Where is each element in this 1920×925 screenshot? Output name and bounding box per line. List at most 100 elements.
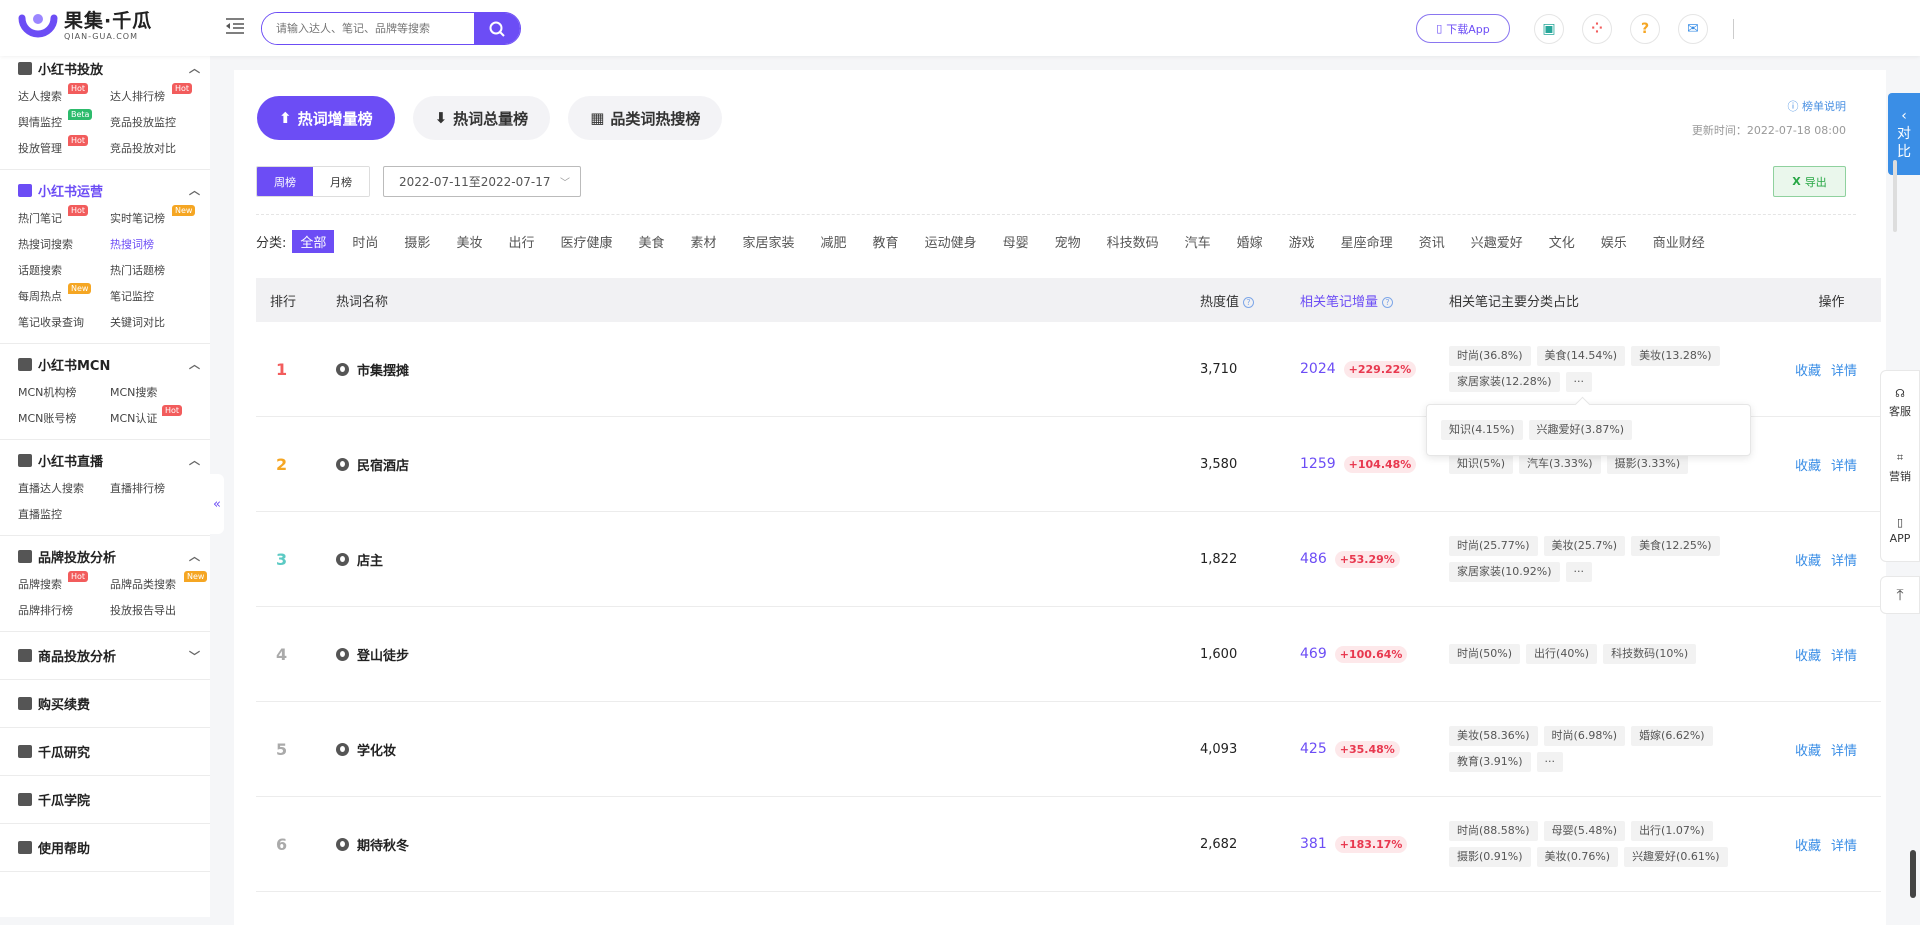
sidebar-item[interactable]: MCN机构榜: [18, 384, 110, 401]
search-button[interactable]: [474, 13, 520, 44]
category-4[interactable]: 出行: [500, 230, 542, 253]
col-increment[interactable]: 相关笔记增量?: [1300, 291, 1449, 310]
page-scrollbar[interactable]: [1910, 850, 1916, 898]
sidebar-section-header[interactable]: 小红书MCN ︿: [18, 344, 200, 384]
category-8[interactable]: 家居家装: [735, 230, 803, 253]
category-16[interactable]: 婚嫁: [1229, 230, 1271, 253]
collect-link[interactable]: 收藏: [1795, 835, 1821, 854]
category-23[interactable]: 商业财经: [1645, 230, 1713, 253]
sidebar-item-research[interactable]: 千瓜研究: [0, 728, 210, 776]
category-19[interactable]: 资讯: [1411, 230, 1453, 253]
app-button[interactable]: ▯ APP: [1890, 516, 1911, 545]
date-range-select[interactable]: 2022-07-11至2022-07-17 ﹀: [383, 166, 581, 197]
category-9[interactable]: 减肥: [813, 230, 855, 253]
category-2[interactable]: 摄影: [396, 230, 438, 253]
col-heat[interactable]: 热度值?: [1200, 291, 1300, 310]
tab-hotword-total[interactable]: ⬇ 热词总量榜: [412, 96, 551, 140]
logo[interactable]: 果集·千瓜 QIAN-GUA.COM: [18, 10, 152, 42]
hotword-name[interactable]: 店主: [336, 550, 1200, 569]
share-chip[interactable]: ···: [1565, 562, 1593, 582]
hotword-name[interactable]: 期待秋冬: [336, 835, 1200, 854]
sidebar-section-header[interactable]: 品牌投放分析 ︿: [18, 536, 200, 576]
increment-value[interactable]: 2024: [1300, 361, 1336, 377]
increment-value[interactable]: 486: [1300, 551, 1327, 567]
sidebar-item-academy[interactable]: 千瓜学院: [0, 776, 210, 824]
increment-value[interactable]: 1259: [1300, 456, 1336, 472]
increment-value[interactable]: 381: [1300, 836, 1327, 852]
search-input[interactable]: [262, 13, 474, 44]
menu-fold-icon[interactable]: [226, 18, 246, 36]
sidebar-item[interactable]: 竞品投放监控: [110, 114, 202, 131]
sidebar-collapse-button[interactable]: «: [210, 474, 224, 534]
detail-link[interactable]: 详情: [1831, 835, 1857, 854]
sidebar-section-header[interactable]: 小红书运营 ︿: [18, 170, 200, 210]
sidebar-item[interactable]: 直播监控: [18, 506, 110, 523]
marketing-button[interactable]: ⌗ 营销: [1889, 451, 1911, 484]
category-21[interactable]: 文化: [1541, 230, 1583, 253]
category-7[interactable]: 素材: [683, 230, 725, 253]
sidebar-item[interactable]: 笔记收录查询: [18, 314, 110, 331]
category-11[interactable]: 运动健身: [917, 230, 985, 253]
sidebar-item[interactable]: 达人搜索 Hot: [18, 83, 110, 105]
sidebar-item[interactable]: 笔记监控: [110, 288, 202, 305]
sidebar-item[interactable]: 热搜词搜索: [18, 236, 110, 253]
detail-link[interactable]: 详情: [1831, 740, 1857, 759]
sidebar-item[interactable]: 品牌品类搜索 New: [110, 571, 208, 593]
mail-icon[interactable]: ✉: [1678, 14, 1708, 44]
hotword-name[interactable]: 学化妆: [336, 740, 1200, 759]
sidebar-item[interactable]: 品牌搜索 Hot: [18, 571, 110, 593]
ranking-explain-link[interactable]: ⓘ 榜单说明: [1788, 98, 1847, 114]
sidebar-item[interactable]: 品牌排行榜: [18, 602, 110, 619]
monthly-button[interactable]: 月榜: [313, 167, 369, 196]
hotword-name[interactable]: 民宿酒店: [336, 455, 1200, 474]
info-icon[interactable]: ?: [1243, 296, 1255, 308]
category-14[interactable]: 科技数码: [1099, 230, 1167, 253]
sidebar-section-header[interactable]: 小红书直播 ︿: [18, 440, 200, 480]
category-6[interactable]: 美食: [630, 230, 672, 253]
scrollbar[interactable]: [1893, 160, 1897, 232]
info-icon[interactable]: ?: [1382, 296, 1394, 308]
back-to-top-button[interactable]: ⤒: [1880, 576, 1920, 614]
category-17[interactable]: 游戏: [1281, 230, 1323, 253]
sidebar-item[interactable]: 达人排行榜 Hot: [110, 83, 202, 105]
sidebar-item[interactable]: 舆情监控 Beta: [18, 109, 110, 131]
collect-link[interactable]: 收藏: [1795, 740, 1821, 759]
category-15[interactable]: 汽车: [1177, 230, 1219, 253]
collect-link[interactable]: 收藏: [1795, 455, 1821, 474]
sidebar-item-goods-analysis[interactable]: 商品投放分析 ﹀: [0, 632, 210, 680]
detail-link[interactable]: 详情: [1831, 455, 1857, 474]
weekly-button[interactable]: 周榜: [257, 167, 313, 196]
hotword-name[interactable]: 市集摆摊: [336, 360, 1200, 379]
apps-icon[interactable]: ⁘: [1582, 14, 1612, 44]
category-3[interactable]: 美妆: [448, 230, 490, 253]
sidebar-item-help[interactable]: 使用帮助: [0, 824, 210, 872]
category-18[interactable]: 星座命理: [1333, 230, 1401, 253]
sidebar-item[interactable]: 直播排行榜: [110, 480, 202, 497]
sidebar-item-hot-search[interactable]: 热搜词榜: [110, 236, 202, 253]
category-13[interactable]: 宠物: [1047, 230, 1089, 253]
sidebar-item[interactable]: 竞品投放对比: [110, 140, 202, 157]
sidebar-item[interactable]: 实时笔记榜 New: [110, 205, 202, 227]
sidebar-item[interactable]: MCN账号榜: [18, 410, 110, 427]
sidebar-item[interactable]: 热门笔记 Hot: [18, 205, 110, 227]
category-20[interactable]: 兴趣爱好: [1463, 230, 1531, 253]
increment-value[interactable]: 425: [1300, 741, 1327, 757]
sidebar-item[interactable]: MCN认证 Hot: [110, 405, 202, 427]
tab-category-hotword[interactable]: ▦ 品类词热搜榜: [568, 96, 723, 140]
download-app-button[interactable]: ▯ 下载App: [1416, 14, 1510, 43]
tab-hotword-increment[interactable]: ⬆ 热词增量榜: [257, 96, 395, 140]
category-1[interactable]: 时尚: [344, 230, 386, 253]
collect-link[interactable]: 收藏: [1795, 550, 1821, 569]
sidebar-item[interactable]: 关键词对比: [110, 314, 202, 331]
sidebar-item-purchase[interactable]: 购买续费: [0, 680, 210, 728]
sidebar-item[interactable]: 热门话题榜: [110, 262, 202, 279]
help-icon[interactable]: ?: [1630, 14, 1660, 44]
category-5[interactable]: 医疗健康: [552, 230, 620, 253]
detail-link[interactable]: 详情: [1831, 550, 1857, 569]
export-button[interactable]: X 导出: [1773, 166, 1846, 197]
sidebar-item[interactable]: 投放管理 Hot: [18, 135, 110, 157]
customer-service-button[interactable]: ☊ 客服: [1889, 387, 1911, 419]
category-10[interactable]: 教育: [865, 230, 907, 253]
sidebar-item[interactable]: 直播达人搜索: [18, 480, 110, 497]
hotword-name[interactable]: 登山徒步: [336, 645, 1200, 664]
